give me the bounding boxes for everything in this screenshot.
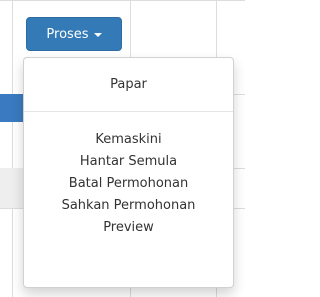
menu-item-sahkan-permohonan[interactable]: Sahkan Permohonan bbox=[24, 195, 233, 217]
table-column-divider bbox=[12, 0, 13, 297]
menu-item-hantar-semula[interactable]: Hantar Semula bbox=[24, 151, 233, 173]
menu-item-preview[interactable]: Preview bbox=[24, 217, 233, 239]
menu-item-kemaskini[interactable]: Kemaskini bbox=[24, 129, 233, 151]
caret-down-icon bbox=[93, 33, 102, 37]
table-border-top bbox=[0, 0, 245, 1]
proses-button-label: Proses bbox=[46, 26, 89, 42]
menu-item-papar[interactable]: Papar bbox=[24, 74, 233, 96]
menu-item-batal-permohonan[interactable]: Batal Permohonan bbox=[24, 173, 233, 195]
screen: Proses Papar Kemaskini Hantar Semula Bat… bbox=[0, 0, 245, 297]
proses-dropdown-button[interactable]: Proses bbox=[26, 17, 122, 51]
proses-dropdown-menu: Papar Kemaskini Hantar Semula Batal Perm… bbox=[23, 57, 234, 288]
menu-divider bbox=[24, 111, 233, 112]
